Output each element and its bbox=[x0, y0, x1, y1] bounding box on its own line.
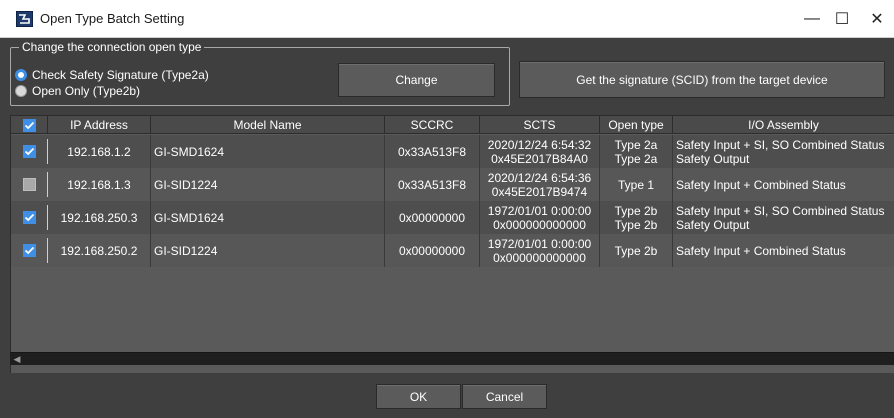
app-icon bbox=[16, 11, 33, 27]
ok-button[interactable]: OK bbox=[376, 384, 461, 409]
open-type-line: Type 2a bbox=[614, 151, 658, 166]
radio-label-type2b: Open Only (Type2b) bbox=[32, 84, 141, 98]
io-assembly-line: Safety Input + SI, SO Combined Status bbox=[676, 203, 885, 218]
horizontal-scrollbar[interactable]: ◀ bbox=[10, 352, 894, 365]
scts-hex: 0x000000000000 bbox=[493, 250, 586, 265]
model-cell: GI-SMD1624 bbox=[151, 201, 385, 234]
column-header-sccrc[interactable]: SCCRC bbox=[385, 116, 480, 134]
row-checkbox[interactable] bbox=[23, 211, 36, 224]
radio-label-type2a: Check Safety Signature (Type2a) bbox=[32, 68, 209, 82]
ip-cell: 192.168.250.2 bbox=[48, 234, 151, 267]
open-type-cell: Type 2a Type 2a bbox=[600, 135, 673, 168]
table-row[interactable]: 192.168.250.3 GI-SMD1624 0x00000000 1972… bbox=[11, 201, 894, 234]
maximize-button[interactable]: ☐ bbox=[822, 4, 862, 34]
radio-type2b-option[interactable]: Open Only (Type2b) bbox=[15, 84, 140, 98]
model-cell: GI-SMD1624 bbox=[151, 135, 385, 168]
sccrc-cell: 0x33A513F8 bbox=[385, 168, 480, 201]
io-assembly-cell: Safety Input + SI, SO Combined Status Saf… bbox=[673, 201, 894, 234]
scroll-left-arrow-icon[interactable]: ◀ bbox=[12, 354, 22, 365]
scts-cell: 1972/01/01 0:00:00 0x000000000000 bbox=[480, 201, 600, 234]
window-title: Open Type Batch Setting bbox=[40, 11, 185, 26]
io-assembly-line: Safety Input + SI, SO Combined Status bbox=[676, 137, 885, 152]
scts-hex: 0x45E2017B9474 bbox=[491, 184, 588, 199]
open-type-line: Type 2b bbox=[614, 217, 658, 232]
radio-button-selected[interactable] bbox=[15, 69, 27, 81]
io-assembly-line: Safety Output bbox=[676, 217, 750, 232]
radio-button-unselected[interactable] bbox=[15, 85, 27, 97]
scts-hex: 0x45E2017B84A0 bbox=[491, 151, 588, 166]
group-legend: Change the connection open type bbox=[19, 40, 205, 54]
close-button[interactable]: ✕ bbox=[857, 4, 894, 34]
table-row[interactable]: 192.168.250.2 GI-SID1224 0x00000000 1972… bbox=[11, 234, 894, 267]
radio-type2a-option[interactable]: Check Safety Signature (Type2a) bbox=[15, 68, 209, 82]
cancel-button[interactable]: Cancel bbox=[462, 384, 547, 409]
ip-cell: 192.168.250.3 bbox=[48, 201, 151, 234]
row-checkbox[interactable] bbox=[23, 244, 36, 257]
io-assembly-line: Safety Output bbox=[676, 151, 750, 166]
ip-cell: 192.168.1.3 bbox=[48, 168, 151, 201]
scts-time: 2020/12/24 6:54:32 bbox=[487, 137, 592, 152]
scts-cell: 2020/12/24 6:54:32 0x45E2017B84A0 bbox=[480, 135, 600, 168]
get-signature-button[interactable]: Get the signature (SCID) from the target… bbox=[519, 61, 885, 98]
scts-cell: 2020/12/24 6:54:36 0x45E2017B9474 bbox=[480, 168, 600, 201]
scts-cell: 1972/01/01 0:00:00 0x000000000000 bbox=[480, 234, 600, 267]
model-cell: GI-SID1224 bbox=[151, 234, 385, 267]
open-type-cell: Type 2b Type 2b bbox=[600, 201, 673, 234]
select-all-column[interactable] bbox=[11, 116, 48, 134]
column-header-model[interactable]: Model Name bbox=[151, 116, 385, 134]
table-row[interactable]: 192.168.1.3 GI-SID1224 0x33A513F8 2020/1… bbox=[11, 168, 894, 201]
row-select-cell[interactable] bbox=[11, 135, 48, 168]
scts-hex: 0x000000000000 bbox=[493, 217, 586, 232]
model-cell: GI-SID1224 bbox=[151, 168, 385, 201]
row-select-cell[interactable] bbox=[11, 168, 48, 201]
io-assembly-cell: Safety Input + Combined Status bbox=[676, 177, 846, 192]
dialog-window: Open Type Batch Setting — ☐ ✕ Change the… bbox=[0, 0, 894, 418]
column-header-io-assembly[interactable]: I/O Assembly bbox=[673, 116, 894, 134]
io-assembly-cell: Safety Input + Combined Status bbox=[676, 243, 846, 258]
table-header: IP Address Model Name SCCRC SCTS Open ty… bbox=[11, 116, 894, 134]
row-checkbox[interactable] bbox=[23, 145, 36, 158]
column-header-open-type[interactable]: Open type bbox=[600, 116, 673, 134]
row-select-cell[interactable] bbox=[11, 234, 48, 267]
open-type-line: Type 2b bbox=[614, 203, 658, 218]
io-assembly-cell: Safety Input + SI, SO Combined Status Saf… bbox=[673, 135, 894, 168]
row-checkbox[interactable] bbox=[23, 178, 36, 191]
device-table: IP Address Model Name SCCRC SCTS Open ty… bbox=[10, 115, 894, 373]
column-header-ip[interactable]: IP Address bbox=[48, 116, 151, 134]
row-select-cell[interactable] bbox=[11, 201, 48, 234]
sccrc-cell: 0x00000000 bbox=[385, 201, 480, 234]
scts-time: 1972/01/01 0:00:00 bbox=[487, 236, 592, 251]
open-type-cell: Type 2b bbox=[600, 234, 673, 267]
column-header-scts[interactable]: SCTS bbox=[480, 116, 600, 134]
sccrc-cell: 0x00000000 bbox=[385, 234, 480, 267]
ip-cell: 192.168.1.2 bbox=[48, 135, 151, 168]
change-button[interactable]: Change bbox=[338, 63, 495, 97]
open-type-line: Type 2a bbox=[614, 137, 658, 152]
title-bar[interactable]: Open Type Batch Setting — ☐ ✕ bbox=[0, 0, 894, 38]
open-type-cell: Type 1 bbox=[600, 168, 673, 201]
sccrc-cell: 0x33A513F8 bbox=[385, 135, 480, 168]
select-all-checkbox[interactable] bbox=[22, 118, 36, 132]
scts-time: 1972/01/01 0:00:00 bbox=[487, 203, 592, 218]
table-row[interactable]: 192.168.1.2 GI-SMD1624 0x33A513F8 2020/1… bbox=[11, 135, 894, 168]
scts-time: 2020/12/24 6:54:36 bbox=[487, 170, 592, 185]
